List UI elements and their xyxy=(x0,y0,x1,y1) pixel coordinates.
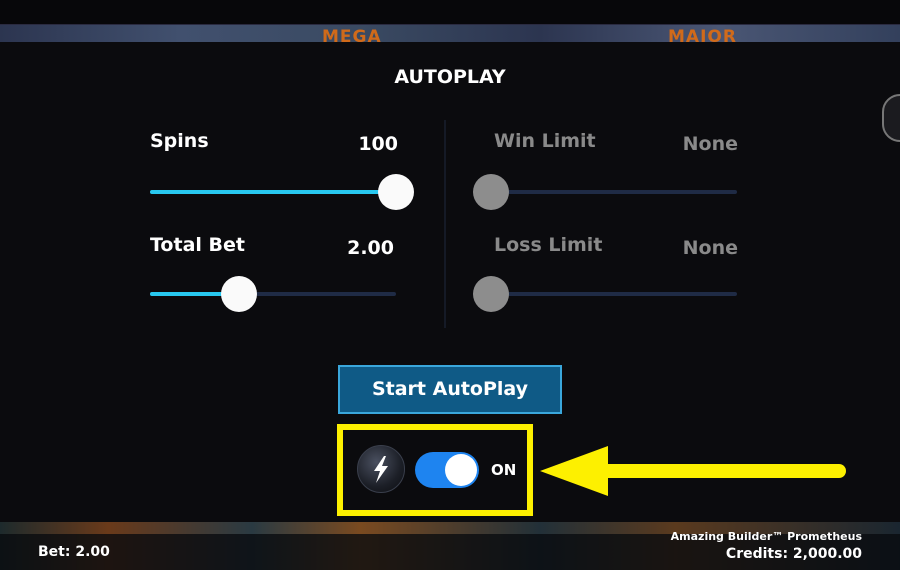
total-bet-label: Total Bet xyxy=(150,234,245,256)
total-bet-slider[interactable] xyxy=(150,276,396,312)
spins-slider-fill xyxy=(150,190,396,194)
pointer-arrow xyxy=(540,446,846,496)
lightning-icon[interactable] xyxy=(357,445,405,493)
loss-limit-value: None xyxy=(682,237,738,259)
game-background-strip: MEGA MAJOR xyxy=(0,25,900,43)
spins-slider-thumb[interactable] xyxy=(378,174,414,210)
loss-limit-label: Loss Limit xyxy=(494,234,603,256)
credits-display: Credits: 2,000.00 xyxy=(725,546,862,562)
dialog-title: AUTOPLAY xyxy=(394,66,506,88)
spins-value: 100 xyxy=(358,133,398,155)
game-footer: Bet: 2.00 Amazing Builder™ Prometheus Cr… xyxy=(0,522,900,570)
lightning-icon-glyph xyxy=(374,456,388,483)
loss-limit-slider-thumb[interactable] xyxy=(473,276,509,312)
game-name: Amazing Builder™ Prometheus xyxy=(670,530,862,543)
spins-label: Spins xyxy=(150,130,209,152)
loss-limit-slider[interactable] xyxy=(473,276,737,312)
top-bar xyxy=(0,0,900,25)
win-limit-value: None xyxy=(682,133,738,155)
win-limit-slider-thumb[interactable] xyxy=(473,174,509,210)
spins-slider[interactable] xyxy=(150,174,414,210)
column-divider xyxy=(444,120,446,328)
autoplay-dialog: AUTOPLAY Spins 100 Total Bet 2.00 Win Li… xyxy=(0,42,900,522)
turbo-toggle[interactable] xyxy=(415,452,479,488)
total-bet-slider-thumb[interactable] xyxy=(220,276,257,312)
win-limit-slider[interactable] xyxy=(473,174,737,210)
turbo-toggle-knob xyxy=(445,454,477,486)
jackpot-mega-label: MEGA xyxy=(322,27,382,43)
turbo-toggle-state: ON xyxy=(491,461,517,479)
jackpot-major-label: MAJOR xyxy=(668,27,737,43)
total-bet-value: 2.00 xyxy=(347,237,394,259)
win-limit-label: Win Limit xyxy=(494,130,596,152)
bet-display: Bet: 2.00 xyxy=(38,544,110,560)
close-button[interactable] xyxy=(882,94,900,142)
start-autoplay-button[interactable]: Start AutoPlay xyxy=(338,365,562,414)
